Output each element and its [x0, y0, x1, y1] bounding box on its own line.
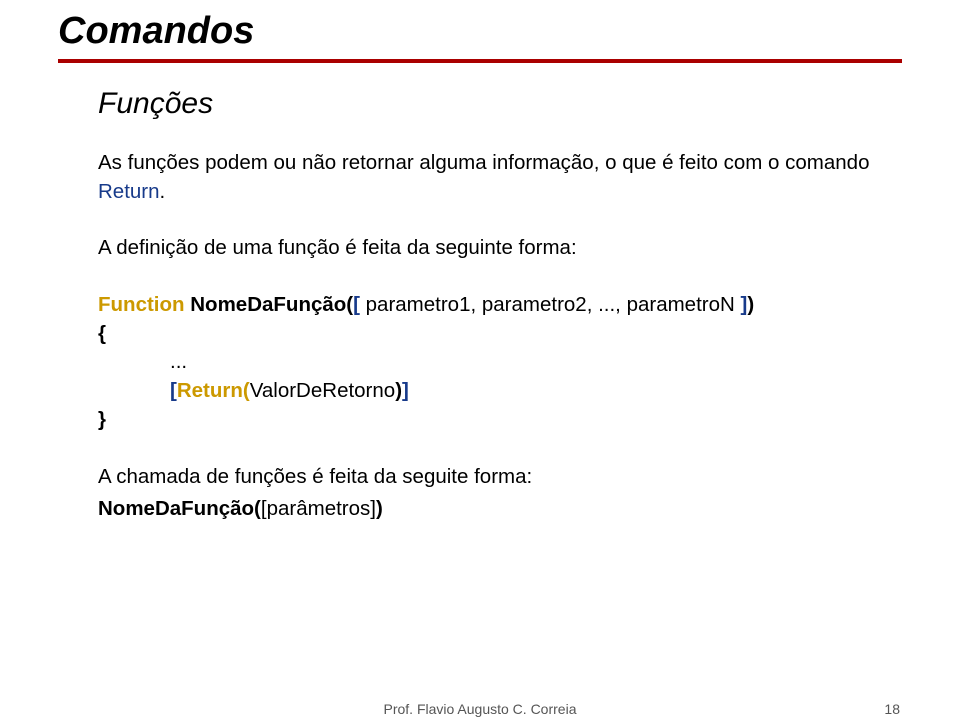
- return-line: [Return(ValorDeRetorno)]: [170, 377, 902, 406]
- func-name-open: NomeDaFunção(: [185, 293, 354, 316]
- function-definition-block: Function NomeDaFunção([ parametro1, para…: [98, 291, 902, 434]
- return-open-bracket: [: [170, 379, 177, 402]
- paragraph-1: As funções podem ou não retornar alguma …: [98, 149, 902, 206]
- return-close-paren: ): [395, 379, 402, 402]
- para1-text: As funções podem ou não retornar alguma …: [98, 151, 869, 174]
- call-params: [parâmetros]: [261, 497, 376, 520]
- function-keyword: Function: [98, 293, 185, 316]
- body-content: As funções podem ou não retornar alguma …: [98, 149, 902, 524]
- brace-close: }: [98, 406, 902, 435]
- para1-dot: .: [160, 180, 166, 203]
- ellipsis-line: ...: [170, 348, 902, 377]
- return-value: ValorDeRetorno: [250, 379, 395, 402]
- slide-subtitle: Funções: [98, 87, 902, 121]
- code-line-1: Function NomeDaFunção([ parametro1, para…: [98, 291, 902, 320]
- slide: Comandos Funções As funções podem ou não…: [0, 0, 960, 715]
- return-keyword-call: Return(: [177, 379, 250, 402]
- brace-open: {: [98, 320, 902, 349]
- close-paren: ): [747, 293, 754, 316]
- return-keyword: Return: [98, 180, 160, 203]
- return-close-bracket: ]: [402, 379, 409, 402]
- function-call-block: NomeDaFunção([parâmetros]): [98, 495, 902, 524]
- paragraph-2: A definição de uma função é feita da seg…: [98, 234, 902, 263]
- call-close: ): [376, 497, 383, 520]
- slide-title: Comandos: [58, 10, 902, 53]
- open-bracket: [: [353, 293, 360, 316]
- paragraph-3: A chamada de funções é feita da seguite …: [98, 463, 902, 492]
- call-name-open: NomeDaFunção(: [98, 497, 261, 520]
- params-list: parametro1, parametro2, ..., parametroN: [360, 293, 741, 316]
- divider-line: [58, 59, 902, 63]
